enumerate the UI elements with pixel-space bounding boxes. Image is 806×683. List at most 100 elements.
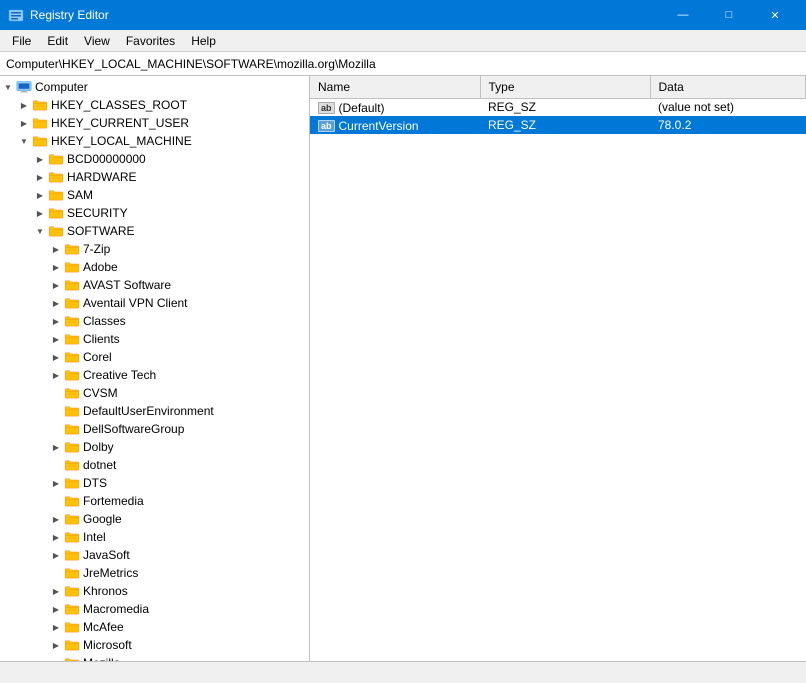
chevron-icon: ▶ xyxy=(48,245,64,254)
folder-icon xyxy=(64,440,80,454)
menu-item-file[interactable]: File xyxy=(4,32,39,50)
tree-item-dts[interactable]: ▶ DTS xyxy=(0,474,309,492)
detail-cell-name: abCurrentVersion xyxy=(310,116,480,134)
folder-icon xyxy=(64,530,80,544)
chevron-icon: ▶ xyxy=(32,173,48,182)
tree-item-mcafee[interactable]: ▶ McAfee xyxy=(0,618,309,636)
chevron-icon: ▶ xyxy=(16,101,32,110)
chevron-icon: ▶ xyxy=(48,353,64,362)
tree-item-security[interactable]: ▶ SECURITY xyxy=(0,204,309,222)
tree-item-jremetrics[interactable]: JreMetrics xyxy=(0,564,309,582)
tree-item-creativetech[interactable]: ▶ Creative Tech xyxy=(0,366,309,384)
tree-item-label: Intel xyxy=(83,530,106,544)
tree-item-computer[interactable]: ▼ Computer xyxy=(0,78,309,96)
tree-item-label: Classes xyxy=(83,314,126,328)
tree-item-label: SECURITY xyxy=(67,206,128,220)
folder-icon xyxy=(64,620,80,634)
tree-item-macromedia[interactable]: ▶ Macromedia xyxy=(0,600,309,618)
folder-icon xyxy=(64,332,80,346)
tree-item-defaultuserenv[interactable]: DefaultUserEnvironment xyxy=(0,402,309,420)
menu-item-help[interactable]: Help xyxy=(183,32,224,50)
reg-name-icon: ab(Default) xyxy=(318,101,385,115)
detail-header-row: Name Type Data xyxy=(310,76,806,98)
tree-item-sam[interactable]: ▶ SAM xyxy=(0,186,309,204)
chevron-icon: ▶ xyxy=(48,641,64,650)
chevron-icon: ▶ xyxy=(16,119,32,128)
tree-item-hkey_current_user[interactable]: ▶ HKEY_CURRENT_USER xyxy=(0,114,309,132)
reg-ab-icon: ab xyxy=(318,120,335,132)
chevron-icon: ▶ xyxy=(32,209,48,218)
tree-item-dotnet[interactable]: dotnet xyxy=(0,456,309,474)
tree-item-label: Macromedia xyxy=(83,602,149,616)
tree-item-label: Khronos xyxy=(83,584,128,598)
tree-item-label: BCD00000000 xyxy=(67,152,146,166)
menu-item-favorites[interactable]: Favorites xyxy=(118,32,183,50)
tree-item-hkey_classes_root[interactable]: ▶ HKEY_CLASSES_ROOT xyxy=(0,96,309,114)
address-path: Computer\HKEY_LOCAL_MACHINE\SOFTWARE\moz… xyxy=(6,57,376,71)
tree-item-label: HKEY_CURRENT_USER xyxy=(51,116,189,130)
tree-item-dolby[interactable]: ▶ Dolby xyxy=(0,438,309,456)
folder-icon xyxy=(64,584,80,598)
folder-icon xyxy=(64,656,80,661)
col-data[interactable]: Data xyxy=(650,76,806,98)
tree-pane[interactable]: ▼ Computer▶ HKEY_CLASSES_ROOT▶ HKEY_CURR… xyxy=(0,76,310,661)
folder-icon xyxy=(64,422,80,436)
tree-item-hardware[interactable]: ▶ HARDWARE xyxy=(0,168,309,186)
chevron-icon: ▶ xyxy=(48,587,64,596)
tree-item-cvsm[interactable]: CVSM xyxy=(0,384,309,402)
minimize-button[interactable]: — xyxy=(660,0,706,30)
tree-item-label: Fortemedia xyxy=(83,494,144,508)
tree-item-classes[interactable]: ▶ Classes xyxy=(0,312,309,330)
tree-item-avast[interactable]: ▶ AVAST Software xyxy=(0,276,309,294)
tree-item-google[interactable]: ▶ Google xyxy=(0,510,309,528)
title-bar: Registry Editor — □ ✕ xyxy=(0,0,806,30)
tree-item-fortemedia[interactable]: Fortemedia xyxy=(0,492,309,510)
folder-icon xyxy=(64,296,80,310)
tree-item-label: McAfee xyxy=(83,620,124,634)
title-bar-left: Registry Editor xyxy=(8,7,109,23)
folder-icon xyxy=(64,386,80,400)
chevron-icon: ▶ xyxy=(48,281,64,290)
app-icon xyxy=(8,7,24,23)
detail-row[interactable]: ab(Default)REG_SZ(value not set) xyxy=(310,98,806,116)
tree-item-khronos[interactable]: ▶ Khronos xyxy=(0,582,309,600)
tree-item-javascaft[interactable]: ▶ JavaSoft xyxy=(0,546,309,564)
tree-item-bcd[interactable]: ▶ BCD00000000 xyxy=(0,150,309,168)
tree-item-label: Adobe xyxy=(83,260,118,274)
tree-item-clients[interactable]: ▶ Clients xyxy=(0,330,309,348)
folder-icon xyxy=(64,638,80,652)
folder-icon xyxy=(32,134,48,148)
folder-icon xyxy=(64,260,80,274)
tree-item-7zip[interactable]: ▶ 7-Zip xyxy=(0,240,309,258)
menu-item-view[interactable]: View xyxy=(76,32,118,50)
tree-item-label: HKEY_LOCAL_MACHINE xyxy=(51,134,192,148)
status-bar xyxy=(0,661,806,683)
folder-icon xyxy=(48,170,64,184)
tree-item-corel[interactable]: ▶ Corel xyxy=(0,348,309,366)
menu-item-edit[interactable]: Edit xyxy=(39,32,76,50)
col-type[interactable]: Type xyxy=(480,76,650,98)
tree-item-label: Computer xyxy=(35,80,88,94)
tree-item-software[interactable]: ▼ SOFTWARE xyxy=(0,222,309,240)
tree-item-aventail[interactable]: ▶ Aventail VPN Client xyxy=(0,294,309,312)
title-bar-controls: — □ ✕ xyxy=(660,0,798,30)
tree-item-dellsoftware[interactable]: DellSoftwareGroup xyxy=(0,420,309,438)
tree-item-label: 7-Zip xyxy=(83,242,110,256)
detail-row[interactable]: abCurrentVersionREG_SZ78.0.2 xyxy=(310,116,806,134)
tree-item-mozilla[interactable]: ▶ Mozilla xyxy=(0,654,309,661)
chevron-icon: ▶ xyxy=(48,335,64,344)
address-bar: Computer\HKEY_LOCAL_MACHINE\SOFTWARE\moz… xyxy=(0,52,806,76)
tree-item-microsoft[interactable]: ▶ Microsoft xyxy=(0,636,309,654)
chevron-icon: ▶ xyxy=(48,479,64,488)
folder-icon xyxy=(64,314,80,328)
detail-pane: Name Type Data ab(Default)REG_SZ(value n… xyxy=(310,76,806,661)
folder-icon xyxy=(32,116,48,130)
tree-item-hkey_local_machine[interactable]: ▼ HKEY_LOCAL_MACHINE xyxy=(0,132,309,150)
folder-icon xyxy=(64,350,80,364)
col-name[interactable]: Name xyxy=(310,76,480,98)
maximize-button[interactable]: □ xyxy=(706,0,752,30)
tree-item-adobe[interactable]: ▶ Adobe xyxy=(0,258,309,276)
close-button[interactable]: ✕ xyxy=(752,0,798,30)
folder-icon xyxy=(64,494,80,508)
tree-item-intel[interactable]: ▶ Intel xyxy=(0,528,309,546)
